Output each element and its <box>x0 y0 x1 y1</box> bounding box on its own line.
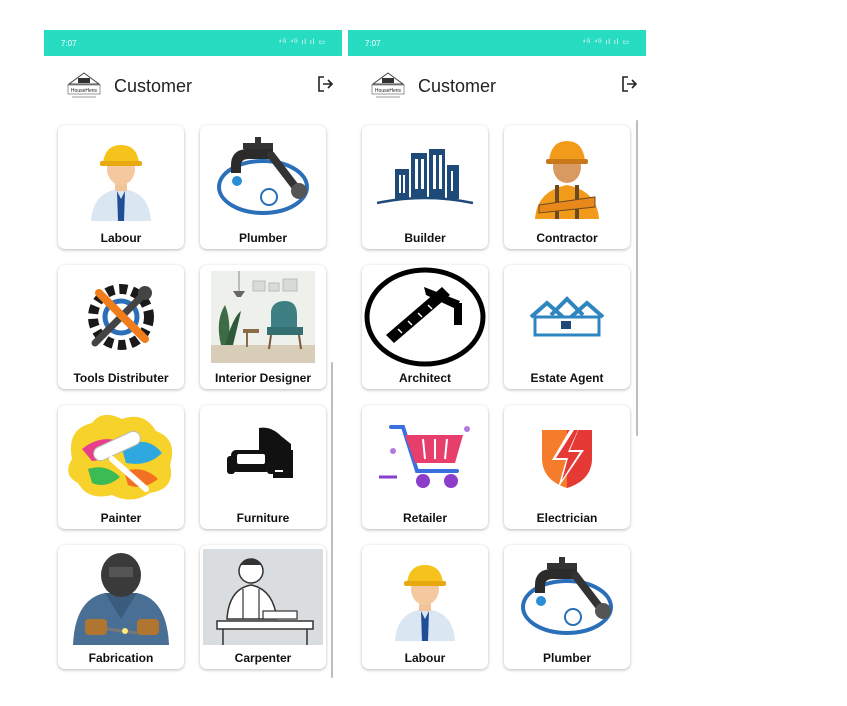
scrollbar[interactable] <box>636 120 638 436</box>
category-card-painter[interactable]: Painter <box>58 405 184 529</box>
card-label: Builder <box>404 231 446 245</box>
app-logo: HouseHens <box>67 72 101 98</box>
status-bar: 7:07 ⁴ᴳ ⁴ᴳ ıl ıl ▭ <box>44 30 342 56</box>
category-card-architect[interactable]: Architect <box>362 265 488 389</box>
category-card-fabrication[interactable]: Fabrication <box>58 545 184 669</box>
card-label: Fabrication <box>88 651 154 665</box>
category-card-plumber[interactable]: Plumber <box>504 545 630 669</box>
category-card-labour[interactable]: Labour <box>58 125 184 249</box>
card-label: Plumber <box>238 231 287 245</box>
card-label: Painter <box>100 511 142 525</box>
furniture-icon <box>227 427 293 478</box>
logo-text: HouseHens <box>375 88 402 94</box>
status-icons: ⁴ᴳ ⁴ᴳ ıl ıl ▭ <box>278 39 326 46</box>
card-label: Electrician <box>536 511 598 525</box>
status-time: 7:07 <box>365 39 381 48</box>
card-label: Tools Distributer <box>73 371 169 385</box>
scrollbar[interactable] <box>331 362 333 678</box>
building-icon <box>376 149 474 205</box>
category-card-retailer[interactable]: Retailer <box>362 405 488 529</box>
app-bar: HouseHens Customer <box>44 66 342 106</box>
card-label: Interior Designer <box>214 371 312 385</box>
category-card-furniture[interactable]: Furniture <box>200 405 326 529</box>
category-card-tools-distributer[interactable]: Tools Distributer <box>58 265 184 389</box>
logout-icon[interactable] <box>620 75 638 93</box>
phone-screen-left: 7:07 ⁴ᴳ ⁴ᴳ ıl ıl ▭ HouseHens Customer La… <box>44 30 342 690</box>
app-logo: HouseHens <box>371 72 405 98</box>
plumber-icon <box>217 137 309 215</box>
contractor-icon <box>535 141 599 219</box>
category-card-plumber[interactable]: Plumber <box>200 125 326 249</box>
category-card-interior-designer[interactable]: Interior Designer <box>200 265 326 389</box>
plumber-icon <box>521 557 613 635</box>
card-label: Labour <box>100 231 142 245</box>
card-label: Contractor <box>536 231 598 245</box>
page-title: Customer <box>114 76 193 96</box>
card-label: Architect <box>398 371 451 385</box>
app-bar: HouseHens Customer <box>348 66 646 106</box>
page-title: Customer <box>418 76 497 96</box>
card-label: Labour <box>404 651 446 665</box>
lightning-icon <box>542 426 592 488</box>
cart-icon <box>379 425 470 488</box>
labour-icon <box>395 565 455 641</box>
phone-screen-right: 7:07 ⁴ᴳ ⁴ᴳ ıl ıl ▭ HouseHens Customer Bu… <box>348 30 646 690</box>
logo-text: HouseHens <box>71 88 98 94</box>
category-card-labour[interactable]: Labour <box>362 545 488 669</box>
architect-icon <box>364 267 486 367</box>
status-bar: 7:07 ⁴ᴳ ⁴ᴳ ıl ıl ▭ <box>348 30 646 56</box>
category-card-electrician[interactable]: Electrician <box>504 405 630 529</box>
carpenter-icon <box>203 549 323 645</box>
category-card-contractor[interactable]: Contractor <box>504 125 630 249</box>
logout-icon[interactable] <box>316 75 334 93</box>
category-card-carpenter[interactable]: Carpenter <box>200 545 326 669</box>
welder-icon <box>73 553 169 645</box>
labour-icon <box>91 145 151 221</box>
status-icons: ⁴ᴳ ⁴ᴳ ıl ıl ▭ <box>582 39 630 46</box>
tools-icon <box>88 284 154 350</box>
interior-icon <box>211 271 315 363</box>
card-label: Furniture <box>236 511 290 525</box>
house-icon <box>529 296 605 337</box>
card-label: Retailer <box>402 511 448 525</box>
card-label: Carpenter <box>234 651 292 665</box>
category-card-builder[interactable]: Builder <box>362 125 488 249</box>
status-time: 7:07 <box>61 39 77 48</box>
category-card-estate-agent[interactable]: Estate Agent <box>504 265 630 389</box>
card-label: Plumber <box>542 651 591 665</box>
card-label: Estate Agent <box>530 371 604 385</box>
painter-icon <box>68 414 173 500</box>
